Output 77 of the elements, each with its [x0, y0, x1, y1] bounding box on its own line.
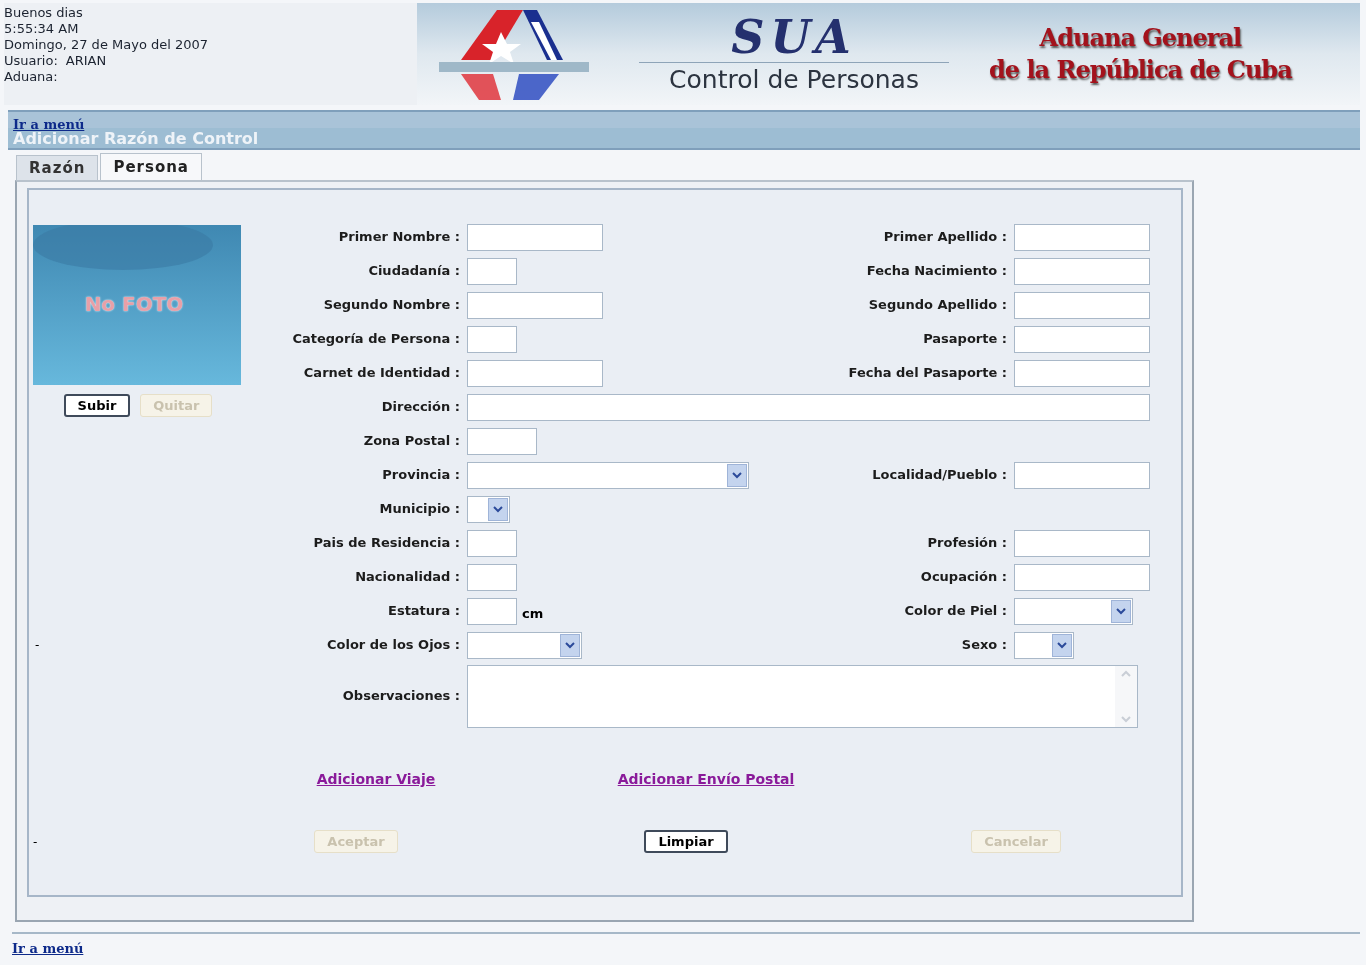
- scroll-up-icon[interactable]: [1121, 669, 1131, 677]
- input-field[interactable]: [467, 223, 603, 251]
- user-label: Usuario:: [4, 53, 58, 69]
- input-field[interactable]: [1014, 325, 1150, 353]
- input-field[interactable]: [467, 427, 537, 455]
- field-label: Color de los Ojos :: [326, 636, 461, 655]
- scroll-down-icon[interactable]: [1121, 715, 1131, 723]
- app-subtitle: Control de Personas: [669, 63, 919, 96]
- organization-name: de la República de Cuba: [989, 54, 1292, 86]
- field-label: Color de Piel :: [904, 602, 1008, 621]
- tab[interactable]: Persona: [100, 153, 202, 180]
- dropdown-field[interactable]: [1014, 597, 1133, 625]
- tab[interactable]: Razón: [16, 155, 99, 180]
- user-name: ARIAN: [65, 53, 107, 69]
- field-label: Ocupación :: [920, 568, 1008, 587]
- field-label: Profesión :: [927, 534, 1008, 553]
- chevron-down-icon: [560, 633, 580, 657]
- add-link[interactable]: Adicionar Viaje: [316, 769, 436, 790]
- input-field[interactable]: [467, 257, 517, 285]
- field-label: Primer Apellido :: [883, 228, 1008, 247]
- field-label: Primer Nombre :: [337, 228, 461, 247]
- field-label: Ciudadanía :: [367, 262, 461, 281]
- input-field[interactable]: [1014, 223, 1150, 251]
- dropdown-field[interactable]: [467, 631, 582, 659]
- input-field[interactable]: [467, 529, 517, 557]
- field-label: Zona Postal :: [362, 432, 461, 451]
- input-field[interactable]: [1014, 291, 1150, 319]
- dash-mark: -: [35, 639, 41, 651]
- field-label: Estatura :: [387, 602, 461, 621]
- action-button[interactable]: Subir: [63, 394, 131, 417]
- page-title: Adicionar Razón de Control: [8, 128, 1360, 150]
- customs-label: Aduana:: [4, 69, 59, 85]
- input-field[interactable]: [467, 325, 517, 353]
- field-label: Localidad/Pueblo :: [872, 466, 1008, 485]
- field-label: Segundo Nombre :: [322, 296, 461, 315]
- dropdown-field[interactable]: [467, 461, 749, 489]
- organization-name: Aduana General: [1039, 22, 1242, 54]
- field-label: Carnet de Identidad :: [302, 364, 461, 383]
- input-field[interactable]: [1014, 461, 1150, 489]
- chevron-down-icon: [1111, 599, 1131, 623]
- input-field[interactable]: [467, 393, 1150, 421]
- field-label: Observaciones :: [341, 687, 461, 706]
- chevron-down-icon: [488, 497, 508, 521]
- greeting-text: Buenos dias: [4, 5, 84, 21]
- no-photo-text: No FOTO: [84, 291, 184, 318]
- action-button[interactable]: Limpiar: [644, 830, 728, 853]
- chevron-down-icon: [727, 463, 747, 487]
- add-link[interactable]: Adicionar Envío Postal: [617, 769, 795, 790]
- menu-link[interactable]: Ir a menú: [12, 941, 84, 956]
- input-field[interactable]: [1014, 529, 1150, 557]
- app-name: SUA: [731, 11, 857, 62]
- field-label: Provincia :: [381, 466, 461, 485]
- field-label: Dirección :: [380, 398, 461, 417]
- date-text: Domingo, 27 de Mayo del 2007: [4, 37, 210, 53]
- field-label: Pasaporte :: [923, 330, 1008, 349]
- input-field[interactable]: [1014, 563, 1150, 591]
- input-field[interactable]: [467, 291, 603, 319]
- dropdown-field[interactable]: [1014, 631, 1074, 659]
- dropdown-field[interactable]: [467, 495, 510, 523]
- input-field[interactable]: [467, 563, 517, 591]
- field-label: Municipio :: [378, 500, 461, 519]
- input-field[interactable]: [1014, 257, 1150, 285]
- field-label: Segundo Apellido :: [868, 296, 1008, 315]
- field-label: Nacionalidad :: [354, 568, 461, 587]
- input-field[interactable]: [1014, 359, 1150, 387]
- input-field[interactable]: [467, 359, 603, 387]
- field-label: Fecha Nacimiento :: [866, 262, 1008, 281]
- field-label: Pais de Residencia :: [312, 534, 461, 553]
- text-area[interactable]: [467, 664, 1138, 728]
- time-text: 5:55:34 AM: [4, 21, 80, 37]
- chevron-down-icon: [1052, 633, 1072, 657]
- field-label: Fecha del Pasaporte :: [848, 364, 1008, 383]
- dash-mark: -: [32, 833, 39, 851]
- unit-label: cm: [522, 605, 544, 624]
- field-label: Categoría de Persona :: [291, 330, 461, 349]
- input-field[interactable]: [467, 597, 517, 625]
- field-label: Sexo :: [961, 636, 1008, 655]
